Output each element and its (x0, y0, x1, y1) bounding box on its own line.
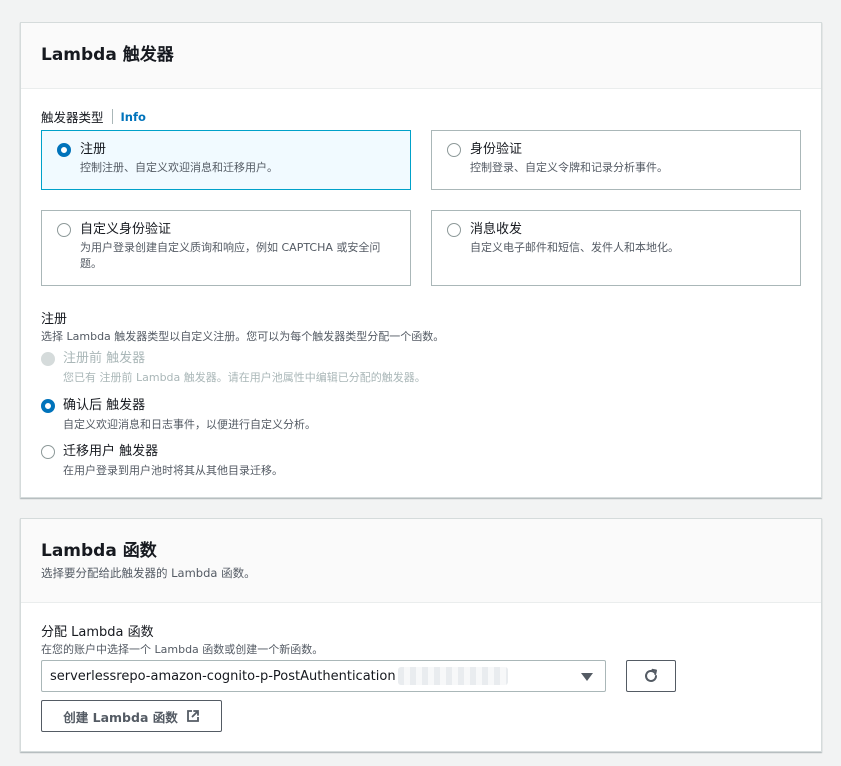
radio-signup[interactable] (57, 143, 71, 157)
selected-function-value: serverlessrepo-amazon-cognito-p-PostAuth… (50, 668, 396, 684)
option-desc: 您已有 注册前 Lambda 触发器。请在用户池属性中编辑已分配的触发器。 (63, 371, 426, 384)
trigger-type-label-row: 触发器类型 Info (41, 107, 146, 126)
caret-down-icon (581, 673, 593, 681)
tile-desc: 控制注册、自定义欢迎消息和迁移用户。 (80, 161, 278, 174)
divider (111, 109, 113, 124)
redacted-suffix (397, 667, 508, 685)
refresh-button[interactable] (626, 660, 676, 692)
option-desc: 在用户登录到用户池时将其从其他目录迁移。 (63, 464, 283, 477)
option-title: 注册前 触发器 (63, 351, 146, 366)
option-pre-signup: 注册前 触发器 您已有 注册前 Lambda 触发器。请在用户池属性中编辑已分配… (41, 350, 781, 386)
signup-section-label: 注册 (41, 312, 68, 327)
option-desc: 自定义欢迎消息和日志事件，以便进行自定义分析。 (63, 418, 316, 431)
tile-signup[interactable]: 注册 控制注册、自定义欢迎消息和迁移用户。 (41, 130, 411, 190)
tile-authentication[interactable]: 身份验证 控制登录、自定义令牌和记录分析事件。 (431, 130, 801, 190)
option-title: 确认后 触发器 (63, 398, 146, 413)
radio-migrate-user[interactable] (41, 445, 55, 459)
tile-messaging[interactable]: 消息收发 自定义电子邮件和短信、发件人和本地化。 (431, 210, 801, 286)
tile-custom-auth[interactable]: 自定义身份验证 为用户登录创建自定义质询和响应，例如 CAPTCHA 或安全问题… (41, 210, 411, 286)
tile-title: 消息收发 (470, 222, 523, 237)
panel-header: Lambda 函数 选择要分配给此触发器的 Lambda 函数。 (21, 519, 821, 603)
tile-title: 注册 (80, 142, 107, 157)
tile-desc: 控制登录、自定义令牌和记录分析事件。 (470, 161, 668, 174)
lambda-trigger-panel: Lambda 触发器 触发器类型 Info 注册 控制注册、自定义欢迎消息和迁移… (20, 22, 822, 498)
trigger-type-label: 触发器类型 (41, 110, 104, 125)
panel-title: Lambda 函数 (41, 541, 157, 561)
create-button-label: 创建 Lambda 函数 (63, 709, 178, 725)
lambda-function-panel: Lambda 函数 选择要分配给此触发器的 Lambda 函数。 分配 Lamb… (20, 518, 822, 752)
radio-authentication[interactable] (447, 143, 461, 157)
tile-title: 身份验证 (470, 142, 523, 157)
assign-function-desc: 在您的账户中选择一个 Lambda 函数或创建一个新函数。 (41, 643, 324, 656)
lambda-function-select[interactable]: serverlessrepo-amazon-cognito-p-PostAuth… (41, 660, 606, 692)
signup-section-desc: 选择 Lambda 触发器类型以自定义注册。您可以为每个触发器类型分配一个函数。 (41, 330, 445, 343)
radio-pre-signup (41, 352, 55, 366)
tile-desc: 为用户登录创建自定义质询和响应，例如 CAPTCHA 或安全问题。 (80, 241, 381, 270)
radio-messaging[interactable] (447, 223, 461, 237)
panel-title: Lambda 触发器 (41, 45, 174, 65)
external-link-icon (186, 710, 199, 722)
tile-title: 自定义身份验证 (80, 222, 172, 237)
panel-header: Lambda 触发器 (21, 23, 821, 89)
radio-custom-auth[interactable] (57, 223, 71, 237)
create-lambda-function-button[interactable]: 创建 Lambda 函数 (41, 700, 222, 732)
radio-post-confirmation[interactable] (41, 399, 55, 413)
info-link[interactable]: Info (121, 110, 146, 124)
panel-desc: 选择要分配给此触发器的 Lambda 函数。 (41, 566, 256, 580)
tile-desc: 自定义电子邮件和短信、发件人和本地化。 (470, 241, 679, 254)
option-post-confirmation[interactable]: 确认后 触发器 自定义欢迎消息和日志事件，以便进行自定义分析。 (41, 397, 781, 433)
option-title: 迁移用户 触发器 (63, 444, 159, 459)
option-migrate-user[interactable]: 迁移用户 触发器 在用户登录到用户池时将其从其他目录迁移。 (41, 443, 781, 479)
assign-function-label: 分配 Lambda 函数 (41, 625, 154, 640)
refresh-icon (645, 668, 657, 682)
